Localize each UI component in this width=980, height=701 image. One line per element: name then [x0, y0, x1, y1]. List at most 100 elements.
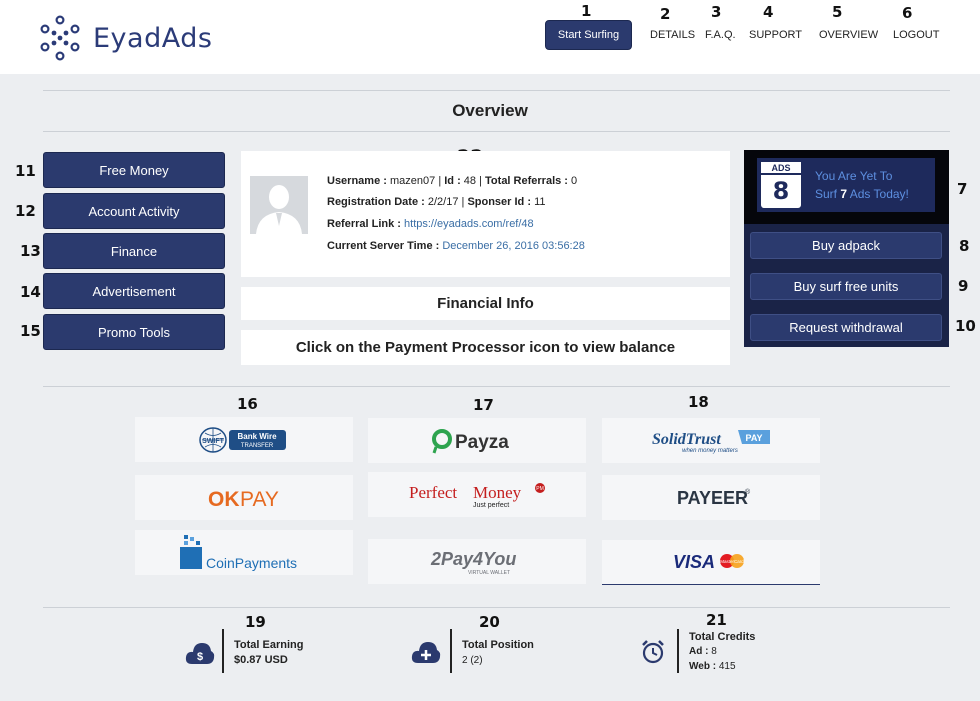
- perfect-money-logo-icon: Perfect Money PM Just perfect: [409, 482, 545, 509]
- svg-text:CoinPayments: CoinPayments: [206, 555, 297, 571]
- logo[interactable]: EyadAds: [37, 15, 212, 61]
- annotation-7: 7: [957, 180, 968, 198]
- nav-logout[interactable]: LOGOUT: [893, 29, 939, 41]
- okpay-logo-icon: OK PAY: [208, 488, 279, 511]
- ads-status-box: ADS 8 You Are Yet To Surf 7 Ads Today!: [744, 150, 949, 224]
- svg-text:SolidTrust: SolidTrust: [652, 431, 721, 448]
- annotation-17: 17: [473, 396, 494, 414]
- logo-dots-icon: [40, 15, 80, 61]
- annotation-15: 15: [20, 322, 41, 340]
- processor-hint: Click on the Payment Processor icon to v…: [241, 330, 730, 365]
- okpay-processor[interactable]: OK PAY: [135, 475, 353, 520]
- financial-info-heading: Financial Info: [241, 287, 730, 320]
- svg-text:2Pay4You: 2Pay4You: [430, 549, 516, 569]
- svg-text:MasterCard: MasterCard: [720, 559, 744, 564]
- annotation-12: 12: [15, 202, 36, 220]
- profile-row-server-time: Current Server Time : December 26, 2016 …: [327, 240, 585, 252]
- annotation-5: 5: [832, 3, 843, 21]
- registration-date: 2/2/17: [427, 196, 459, 208]
- annotation-3: 3: [711, 3, 722, 21]
- annotation-16: 16: [237, 395, 258, 413]
- annotation-13: 13: [20, 242, 41, 260]
- bank-wire-logo-icon: SWIFT Bank Wire TRANSFER: [199, 426, 286, 453]
- divider: [43, 607, 950, 608]
- payeer-processor[interactable]: PAYEER ®: [602, 475, 820, 520]
- credits-ad-row: Ad : 8: [689, 646, 717, 657]
- nav-overview[interactable]: OVERVIEW: [819, 29, 878, 41]
- user-silhouette-icon: [250, 176, 308, 234]
- svg-text:Money: Money: [473, 483, 522, 502]
- 2pay4you-processor[interactable]: 2Pay4You VIRTUAL WALLET: [368, 539, 586, 584]
- annotation-20: 20: [479, 613, 500, 631]
- annotation-21: 21: [706, 611, 727, 629]
- avatar: [250, 176, 308, 234]
- annotation-19: 19: [245, 613, 266, 631]
- sidebar-account-activity-button[interactable]: Account Activity: [43, 193, 225, 229]
- annotation-4: 4: [763, 3, 774, 21]
- payza-processor[interactable]: Payza: [368, 418, 586, 463]
- ads-status-inner: ADS 8 You Are Yet To Surf 7 Ads Today!: [757, 158, 935, 212]
- credits-web-row: Web : 415: [689, 661, 736, 672]
- stat-divider: [450, 629, 452, 673]
- svg-text:Bank Wire: Bank Wire: [237, 432, 277, 441]
- annotation-2: 2: [660, 5, 671, 23]
- request-withdrawal-button[interactable]: Request withdrawal: [750, 314, 942, 341]
- svg-text:PAY: PAY: [745, 433, 762, 443]
- alarm-clock-icon: [642, 640, 664, 664]
- page-title: Overview: [452, 101, 528, 120]
- solidtrust-pay-processor[interactable]: SolidTrust PAY when money matters: [602, 418, 820, 463]
- sidebar-advertisement-button[interactable]: Advertisement: [43, 273, 225, 309]
- annotation-1: 1: [581, 2, 592, 20]
- add-cloud-icon: [411, 642, 441, 663]
- svg-text:Just perfect: Just perfect: [473, 502, 509, 509]
- svg-text:TRANSFER: TRANSFER: [241, 443, 274, 449]
- annotation-10: 10: [955, 317, 976, 335]
- payeer-logo-icon: PAYEER ®: [677, 488, 751, 508]
- perfect-money-processor[interactable]: Perfect Money PM Just perfect: [368, 472, 586, 517]
- svg-text:VISA: VISA: [673, 552, 715, 572]
- visa-mastercard-processor[interactable]: VISA MasterCard: [602, 540, 820, 585]
- annotation-9: 9: [958, 277, 969, 295]
- profile-card: Username : mazen07 | Id : 48 | Total Ref…: [241, 151, 730, 277]
- buy-adpack-button[interactable]: Buy adpack: [750, 232, 942, 259]
- nav-faq[interactable]: F.A.Q.: [705, 29, 736, 41]
- coinpayments-processor[interactable]: CoinPayments: [135, 530, 353, 575]
- nav-details[interactable]: DETAILS: [650, 29, 695, 41]
- logo-text: EyadAds: [93, 22, 213, 54]
- bank-wire-processor[interactable]: SWIFT Bank Wire TRANSFER: [135, 417, 353, 462]
- annotation-8: 8: [959, 237, 970, 255]
- svg-text:SWIFT: SWIFT: [202, 438, 224, 445]
- start-surfing-button[interactable]: Start Surfing: [545, 20, 632, 50]
- referral-link[interactable]: https://eyadads.com/ref/48: [404, 218, 534, 230]
- profile-row-registration: Registration Date : 2/2/17 | Sponser Id …: [327, 196, 546, 208]
- divider: [43, 90, 950, 91]
- svg-text:OK: OK: [208, 488, 240, 511]
- annotation-6: 6: [902, 4, 913, 22]
- nav-support[interactable]: SUPPORT: [749, 29, 802, 41]
- svg-text:$: $: [197, 651, 203, 663]
- divider: [43, 131, 950, 132]
- svg-text:®: ®: [745, 488, 751, 496]
- money-cloud-icon: $: [185, 643, 215, 664]
- svg-text:PM: PM: [536, 486, 544, 492]
- coinpayments-logo-icon: CoinPayments: [180, 534, 297, 571]
- annotation-11: 11: [15, 162, 36, 180]
- total-position-value: 2 (2): [462, 655, 483, 666]
- sidebar-promo-tools-button[interactable]: Promo Tools: [43, 314, 225, 350]
- svg-text:when money matters: when money matters: [682, 448, 738, 454]
- visa-mastercard-logo-icon: VISA MasterCard: [673, 552, 744, 572]
- svg-text:PAYEER: PAYEER: [677, 488, 748, 508]
- svg-text:Perfect: Perfect: [409, 483, 457, 502]
- total-earning-label: Total Earning: [234, 639, 304, 651]
- total-credits-label: Total Credits: [689, 631, 756, 643]
- sidebar-free-money-button[interactable]: Free Money: [43, 152, 225, 188]
- buy-surf-free-units-button[interactable]: Buy surf free units: [750, 273, 942, 300]
- id-value: 48: [463, 175, 477, 187]
- stat-divider: [677, 629, 679, 673]
- annotation-14: 14: [20, 283, 41, 301]
- calendar-icon: ADS 8: [761, 162, 801, 208]
- ads-panel: ADS 8 You Are Yet To Surf 7 Ads Today! B…: [744, 150, 949, 347]
- total-position-label: Total Position: [462, 639, 534, 651]
- sidebar-finance-button[interactable]: Finance: [43, 233, 225, 269]
- stat-divider: [222, 629, 224, 673]
